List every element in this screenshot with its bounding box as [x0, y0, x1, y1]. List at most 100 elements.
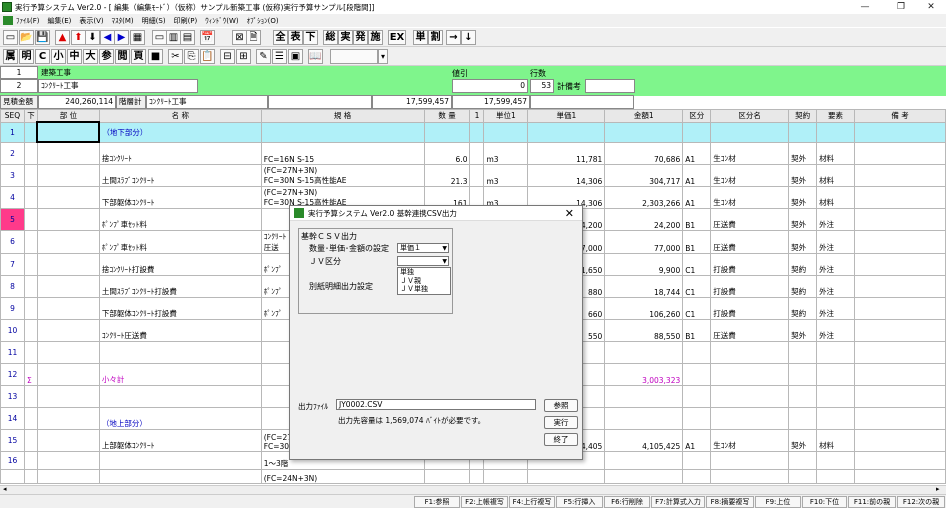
- amount-cell[interactable]: 88,550: [604, 318, 684, 342]
- scissors-icon[interactable]: ✂: [168, 49, 183, 64]
- function-key-1[interactable]: F2:上帳複写: [461, 496, 508, 508]
- keiyaku-cell[interactable]: [788, 406, 818, 430]
- function-key-4[interactable]: F6:行削除: [604, 496, 650, 508]
- sub-cell[interactable]: [23, 384, 38, 408]
- function-key-5[interactable]: F7:計算式入力: [651, 496, 705, 508]
- price-cell[interactable]: [527, 468, 606, 484]
- biko-cell[interactable]: [854, 318, 946, 342]
- part-cell[interactable]: [36, 229, 100, 254]
- arrow-right-icon[interactable]: ▶: [114, 30, 129, 45]
- unit-cell[interactable]: [483, 121, 529, 143]
- name-cell[interactable]: （地上部分）: [98, 406, 262, 430]
- kubunmei-cell[interactable]: 生ｺﾝ材: [710, 163, 790, 187]
- name-cell[interactable]: 捨ｺﾝｸﾘｰﾄ打設費: [98, 252, 262, 276]
- name-cell[interactable]: 下部躯体ｺﾝｸﾘｰﾄ打設費: [98, 296, 262, 320]
- biko-cell[interactable]: [854, 141, 946, 165]
- arrow-down-icon[interactable]: ↓: [461, 30, 476, 45]
- toolbar-button-0[interactable]: 全: [273, 30, 288, 45]
- kubunmei-cell[interactable]: 打設費: [710, 252, 790, 276]
- menu-item-3[interactable]: ﾏｽﾀ(M): [112, 16, 134, 26]
- sub-cell[interactable]: [23, 274, 38, 298]
- restore-button[interactable]: ❐: [886, 0, 916, 14]
- unit-cell[interactable]: m3: [483, 163, 529, 187]
- kubunmei-cell[interactable]: [710, 121, 790, 143]
- part-cell[interactable]: [36, 141, 100, 165]
- sub-cell[interactable]: [23, 141, 38, 165]
- yoso-cell[interactable]: 材料: [816, 428, 856, 452]
- yoso-cell[interactable]: [816, 362, 856, 386]
- biko-cell[interactable]: [854, 252, 946, 276]
- keiyaku-cell[interactable]: 契約: [788, 296, 818, 320]
- yoso-cell[interactable]: 外注: [816, 274, 856, 298]
- horizontal-scrollbar[interactable]: ◂ ▸: [0, 485, 946, 494]
- name-cell[interactable]: ﾎﾟﾝﾌﾟ車ｾｯﾄ料: [98, 229, 262, 254]
- amount-cell[interactable]: [604, 121, 684, 143]
- jv-option[interactable]: 単独: [400, 268, 450, 277]
- name-cell[interactable]: （地下部分）: [98, 121, 262, 143]
- toolbar-button-1[interactable]: 表: [288, 30, 303, 45]
- kubun-cell[interactable]: [682, 384, 712, 408]
- seq-cell[interactable]: 12: [0, 362, 25, 386]
- kubunmei-cell[interactable]: [710, 340, 790, 364]
- toolbar2-button-4[interactable]: 中: [67, 49, 82, 64]
- menu-item-4[interactable]: 明細(S): [142, 16, 166, 26]
- kubun-cell[interactable]: A1: [682, 428, 712, 452]
- spec-cell[interactable]: (FC=27N+3N) FC=30N S-15高性能AE: [260, 163, 425, 187]
- flag-cell[interactable]: [469, 141, 485, 165]
- kubunmei-cell[interactable]: 圧送費: [710, 207, 790, 231]
- part-cell[interactable]: [36, 274, 100, 298]
- toolbar2-button-8[interactable]: 頁: [131, 49, 146, 64]
- kubunmei-cell[interactable]: [710, 450, 790, 470]
- toolbar-button-7[interactable]: EX: [388, 30, 406, 45]
- amount-cell[interactable]: [604, 468, 684, 484]
- sub-cell[interactable]: [23, 340, 38, 364]
- yoso-cell[interactable]: 材料: [816, 185, 856, 209]
- biko-cell[interactable]: [854, 229, 946, 254]
- keiyaku-cell[interactable]: 契外: [788, 141, 818, 165]
- kubunmei-cell[interactable]: 圧送費: [710, 318, 790, 342]
- keiyaku-cell[interactable]: 契外: [788, 229, 818, 254]
- yoso-cell[interactable]: [816, 406, 856, 430]
- book-icon[interactable]: 📖: [308, 49, 323, 64]
- amount-cell[interactable]: 4,105,425: [604, 428, 684, 452]
- name-cell[interactable]: [98, 340, 262, 364]
- kubun-cell[interactable]: [682, 468, 712, 484]
- scroll-left-icon[interactable]: ◂: [3, 485, 7, 493]
- function-key-3[interactable]: F5:行挿入: [556, 496, 603, 508]
- sub-cell[interactable]: [23, 296, 38, 320]
- yoso-cell[interactable]: 外注: [816, 252, 856, 276]
- sub-cell[interactable]: [23, 185, 38, 209]
- part-cell[interactable]: [36, 121, 101, 143]
- keiyaku-cell[interactable]: [788, 384, 818, 408]
- part-cell[interactable]: [36, 468, 100, 484]
- name-cell[interactable]: 下部躯体ｺﾝｸﾘｰﾄ: [98, 185, 262, 209]
- function-key-9[interactable]: F11:前の親: [848, 496, 896, 508]
- image-icon[interactable]: ▣: [288, 49, 303, 64]
- toolbar2-button-7[interactable]: 閲: [115, 49, 130, 64]
- amount-cell[interactable]: 24,200: [604, 207, 684, 231]
- qty-cell[interactable]: [423, 121, 471, 143]
- kubun-cell[interactable]: C1: [682, 274, 712, 298]
- part-cell[interactable]: [36, 252, 100, 276]
- seq-cell[interactable]: 8: [0, 274, 25, 298]
- insert-row-icon[interactable]: ⊟: [220, 49, 235, 64]
- kubunmei-cell[interactable]: 圧送費: [710, 229, 790, 254]
- toolbar2-button-6[interactable]: 参: [99, 49, 114, 64]
- function-key-6[interactable]: F8:摘要複写: [706, 496, 754, 508]
- amount-cell[interactable]: [604, 406, 684, 430]
- arrow-left-icon[interactable]: ◀: [100, 30, 115, 45]
- yoso-cell[interactable]: 外注: [816, 318, 856, 342]
- jv-dropdown-list[interactable]: 単独 ＪＶ親 ＪＶ単独: [397, 267, 451, 295]
- name-cell[interactable]: 捨ｺﾝｸﾘｰﾄ: [98, 141, 262, 165]
- part-cell[interactable]: [36, 163, 100, 187]
- kubun-cell[interactable]: B1: [682, 229, 712, 254]
- document-icon[interactable]: 🗎: [246, 30, 261, 45]
- sub-cell[interactable]: [23, 207, 38, 231]
- kubun-cell[interactable]: [682, 450, 712, 470]
- yoso-cell[interactable]: 材料: [816, 141, 856, 165]
- yoso-cell[interactable]: [816, 384, 856, 408]
- keiyaku-cell[interactable]: 契外: [788, 163, 818, 187]
- part-cell[interactable]: [36, 318, 100, 342]
- seq-cell[interactable]: 11: [0, 340, 25, 364]
- kubun-cell[interactable]: B1: [682, 207, 712, 231]
